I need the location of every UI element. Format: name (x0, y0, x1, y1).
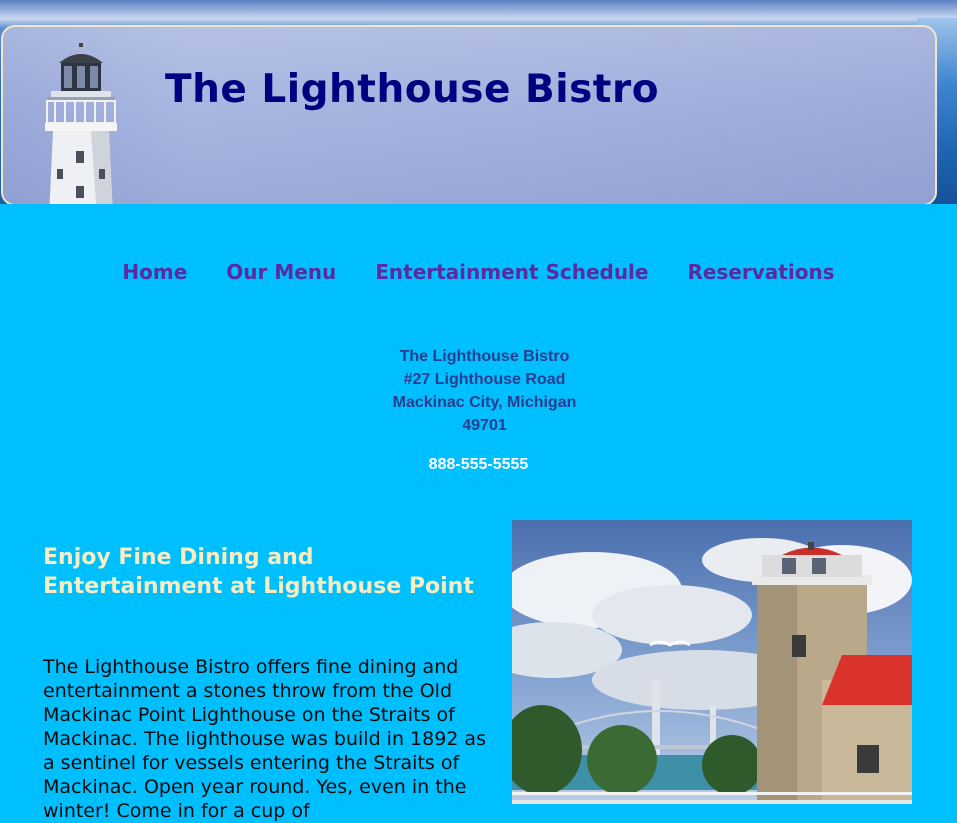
main-nav: Home Our Menu Entertainment Schedule Res… (0, 260, 957, 284)
address-line-name: The Lighthouse Bistro (399, 348, 570, 365)
lighthouse-photo (512, 520, 912, 804)
nav-our-menu[interactable]: Our Menu (226, 260, 336, 284)
intro-paragraph: The Lighthouse Bistro offers fine dining… (43, 656, 486, 822)
nav-entertainment-schedule[interactable]: Entertainment Schedule (375, 260, 648, 284)
address-line-street: #27 Lighthouse Road (403, 371, 566, 388)
lighthouse-tower-image (45, 43, 117, 204)
nav-home[interactable]: Home (122, 260, 187, 284)
site-title: The Lighthouse Bistro (165, 67, 659, 112)
address-block: The Lighthouse Bistro #27 Lighthouse Roa… (0, 345, 957, 437)
banner-box: The Lighthouse Bistro (1, 25, 937, 204)
nav-reservations[interactable]: Reservations (687, 260, 834, 284)
address-line-city: Mackinac City, Michigan (392, 394, 577, 411)
phone-number: 888-555-5555 (428, 456, 529, 473)
lighthouse-photo-image (512, 520, 912, 804)
main-heading: Enjoy Fine Dining and Entertainment at L… (43, 545, 474, 599)
address-line-zip: 49701 (462, 417, 507, 434)
header-banner: The Lighthouse Bistro (0, 0, 957, 204)
